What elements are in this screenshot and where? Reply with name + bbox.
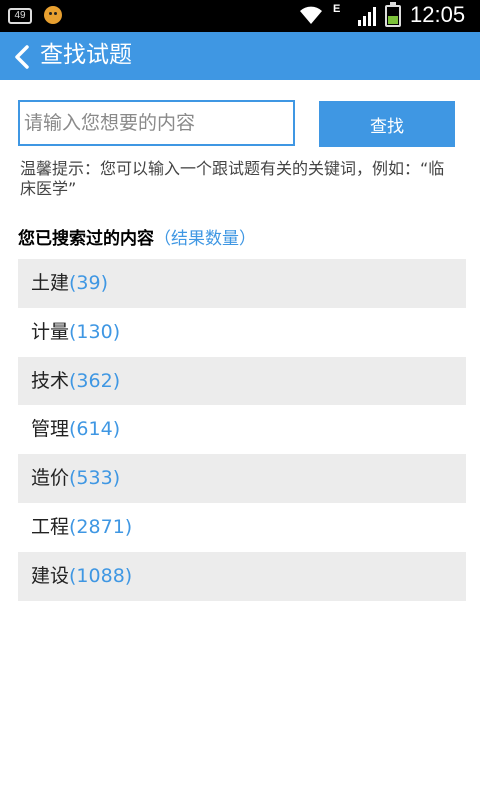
history-item-count: (130) [69,320,121,343]
history-item[interactable]: 土建(39) [18,259,466,308]
notification-badge-icon: 49 [8,8,32,24]
history-item[interactable]: 计量(130) [18,308,466,357]
clock: 12:05 [410,2,466,27]
history-title: 您已搜索过的内容（结果数量） [18,224,256,249]
signal-icon [358,7,376,26]
history-item[interactable]: 工程(2871) [18,503,466,552]
network-type: E [333,3,341,15]
history-item-count: (2871) [69,515,133,538]
app-header: 查找试题 [0,32,480,80]
history-item[interactable]: 造价(533) [18,454,466,503]
history-item[interactable]: 技术(362) [18,356,466,406]
search-input[interactable] [18,100,295,146]
history-title-note: （结果数量） [154,229,256,249]
search-history-list: 土建(39) 计量(130) 技术(362) 管理(614) 造价(533) 工… [18,259,466,601]
history-item-count: (362) [69,369,121,392]
history-item[interactable]: 管理(614) [18,405,466,454]
emoji-face-icon [44,6,62,24]
history-item-label: 管理 [31,418,70,441]
history-item-label: 建设 [31,564,70,587]
history-item-label: 土建 [31,272,70,294]
search-button[interactable]: 查找 [319,101,455,147]
history-item-label: 计量 [31,320,70,343]
history-item-count: (533) [69,467,121,490]
hint-text: 温馨提示：您可以输入一个跟试题有关的关键词，例如：“临床医学” [20,159,445,198]
history-item-label: 造价 [31,467,70,490]
history-item-count: (1088) [69,564,133,587]
history-title-label: 您已搜索过的内容 [18,229,154,249]
history-item-label: 工程 [31,515,70,538]
history-item-label: 技术 [31,369,70,392]
chevron-left-icon[interactable] [14,45,30,69]
battery-charging-icon [385,2,401,27]
history-item-count: (39) [69,272,109,294]
wifi-icon [300,6,322,24]
history-item[interactable]: 建设(1088) [18,551,466,601]
page-title: 查找试题 [40,42,132,68]
status-bar: 49 E 12:05 [0,0,480,32]
history-item-count: (614) [69,418,121,441]
